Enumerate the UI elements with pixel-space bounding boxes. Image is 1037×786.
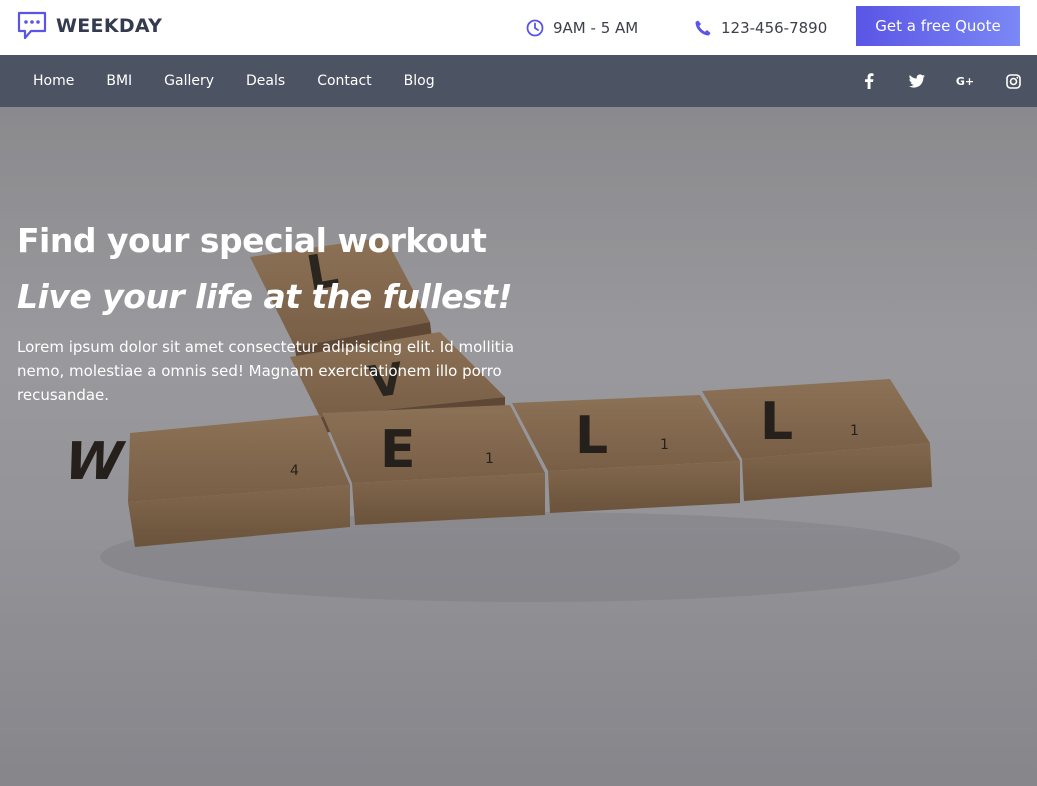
hero-description: Lorem ipsum dolor sit amet consectetur a… [17, 338, 515, 404]
twitter-icon[interactable] [909, 73, 925, 89]
facebook-icon[interactable] [861, 73, 877, 89]
nav-item-bmi[interactable]: BMI [106, 73, 132, 89]
nav-item-contact[interactable]: Contact [317, 73, 371, 89]
nav-item-deals[interactable]: Deals [246, 73, 285, 89]
clock-icon [526, 19, 544, 36]
hero-title: Find your special workout [17, 221, 487, 260]
phone-number[interactable]: 123-456-7890 [694, 0, 827, 55]
chat-bubble-icon [17, 11, 47, 40]
nav-item-gallery[interactable]: Gallery [164, 73, 214, 89]
hero-banner: L V W 4 E 1 L 1 L 1 Find your special wo… [0, 107, 1037, 786]
top-header: WEEKDAY 9AM - 5 AM 123-456-7890 Get a fr… [0, 0, 1037, 55]
nav-links: Home BMI Gallery Deals Contact Blog [33, 55, 467, 107]
google-plus-icon[interactable]: G+ [956, 73, 974, 89]
instagram-icon[interactable] [1005, 73, 1021, 89]
get-quote-button[interactable]: Get a free Quote [856, 6, 1020, 46]
opening-hours: 9AM - 5 AM [526, 0, 638, 55]
hero-content: Find your special workout Live your life… [17, 219, 577, 407]
nav-item-blog[interactable]: Blog [404, 73, 435, 89]
brand-logo[interactable]: WEEKDAY [16, 10, 162, 42]
hero-subtitle: Live your life at the fullest! [17, 277, 513, 316]
nav-item-home[interactable]: Home [33, 73, 74, 89]
hours-text: 9AM - 5 AM [553, 18, 639, 37]
brand-name: WEEKDAY [56, 15, 163, 37]
phone-text: 123-456-7890 [721, 18, 828, 37]
social-links: G+ [829, 55, 1037, 107]
hero-overlay [0, 107, 1037, 786]
main-nav: Home BMI Gallery Deals Contact Blog G+ [0, 55, 1037, 107]
phone-icon [695, 20, 711, 35]
